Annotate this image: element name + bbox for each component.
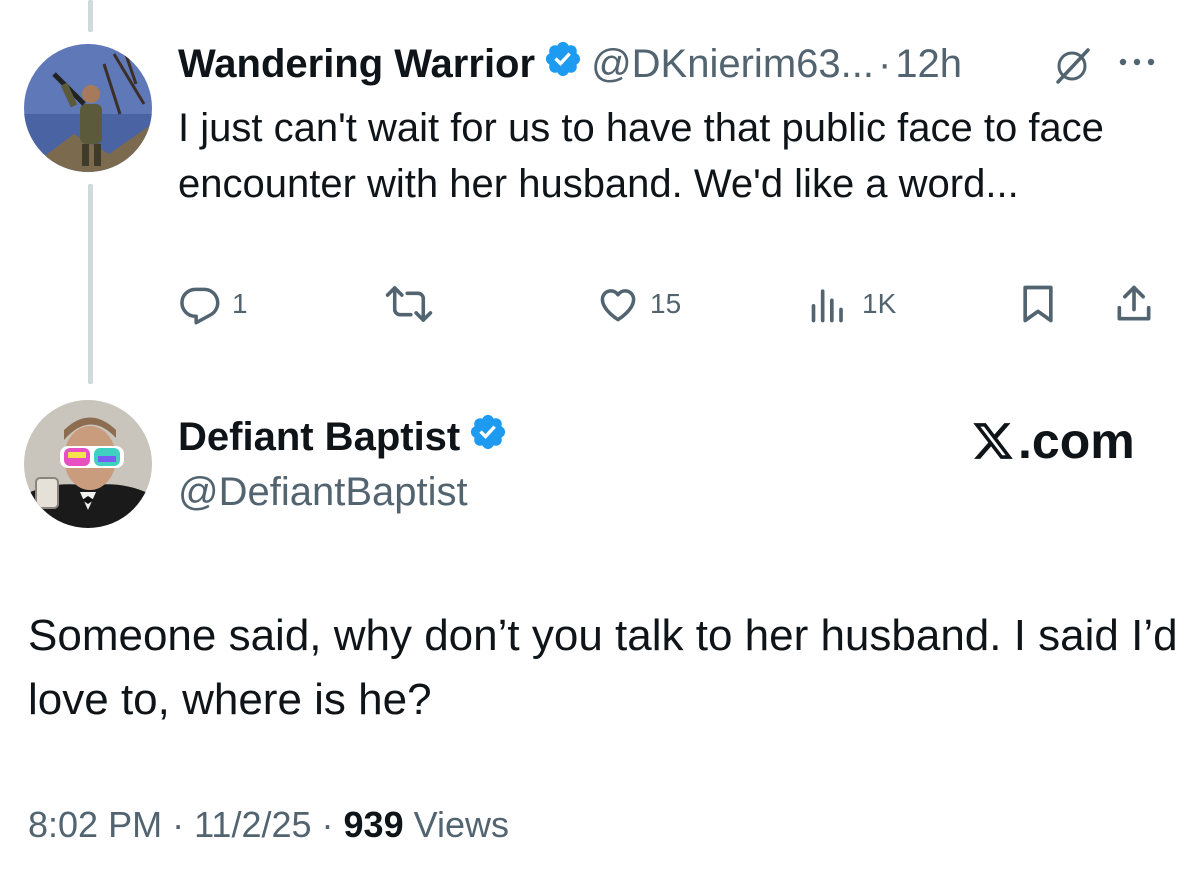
author-name[interactable]: Wandering Warrior	[178, 42, 535, 87]
separator-dot: ·	[311, 804, 344, 845]
tweet-date[interactable]: 11/2/25	[194, 804, 311, 845]
reply-count: 1	[232, 288, 248, 319]
retweet-icon	[385, 286, 433, 322]
tweet-text: I just can't wait for us to have that pu…	[178, 106, 1104, 206]
tweet-header: Wandering Warrior @DKnierim63... · 12h	[178, 40, 962, 88]
verified-icon	[543, 39, 583, 89]
tweet-text: Someone said, why don’t you talk to her …	[28, 611, 1178, 724]
author-handle[interactable]: @DefiantBaptist	[178, 470, 468, 515]
retweet-button[interactable]	[384, 282, 444, 326]
avatar[interactable]	[24, 44, 152, 172]
reply-icon	[180, 287, 220, 325]
views-button[interactable]: 1K	[808, 282, 896, 326]
tweet-time[interactable]: 8:02 PM	[28, 804, 162, 845]
verified-icon	[468, 412, 508, 462]
author-name[interactable]: Defiant Baptist	[178, 415, 460, 460]
x-logo-suffix: .com	[1018, 413, 1135, 469]
views-count: 1K	[862, 288, 897, 319]
thread-line	[88, 184, 93, 384]
bookmark-button[interactable]	[1016, 282, 1060, 326]
x-logo: .com	[970, 412, 1135, 470]
views-count: 939	[343, 804, 404, 845]
thread-line-top	[88, 0, 93, 32]
more-options-icon[interactable]	[1115, 50, 1159, 79]
author-handle[interactable]: @DKnierim63...	[591, 42, 874, 87]
like-count: 15	[650, 288, 682, 319]
share-button[interactable]	[1112, 282, 1156, 326]
tweet-meta: 8:02 PM · 11/2/25 · 939 Views	[28, 804, 509, 846]
separator-dot: ·	[877, 41, 892, 86]
share-icon	[1117, 285, 1151, 321]
reply-button[interactable]: 1	[178, 282, 248, 326]
separator-dot: ·	[162, 804, 195, 845]
tweet-header: Defiant Baptist	[178, 412, 516, 462]
tweet-time[interactable]: 12h	[895, 42, 962, 87]
heart-icon	[600, 289, 636, 322]
like-button[interactable]: 15	[596, 282, 681, 326]
x-logo-icon	[973, 423, 1013, 459]
analytics-icon	[811, 289, 843, 323]
avatar[interactable]	[24, 400, 152, 528]
views-label: Views	[403, 804, 509, 845]
bookmark-icon	[1023, 285, 1053, 323]
grok-icon[interactable]	[1052, 46, 1092, 91]
